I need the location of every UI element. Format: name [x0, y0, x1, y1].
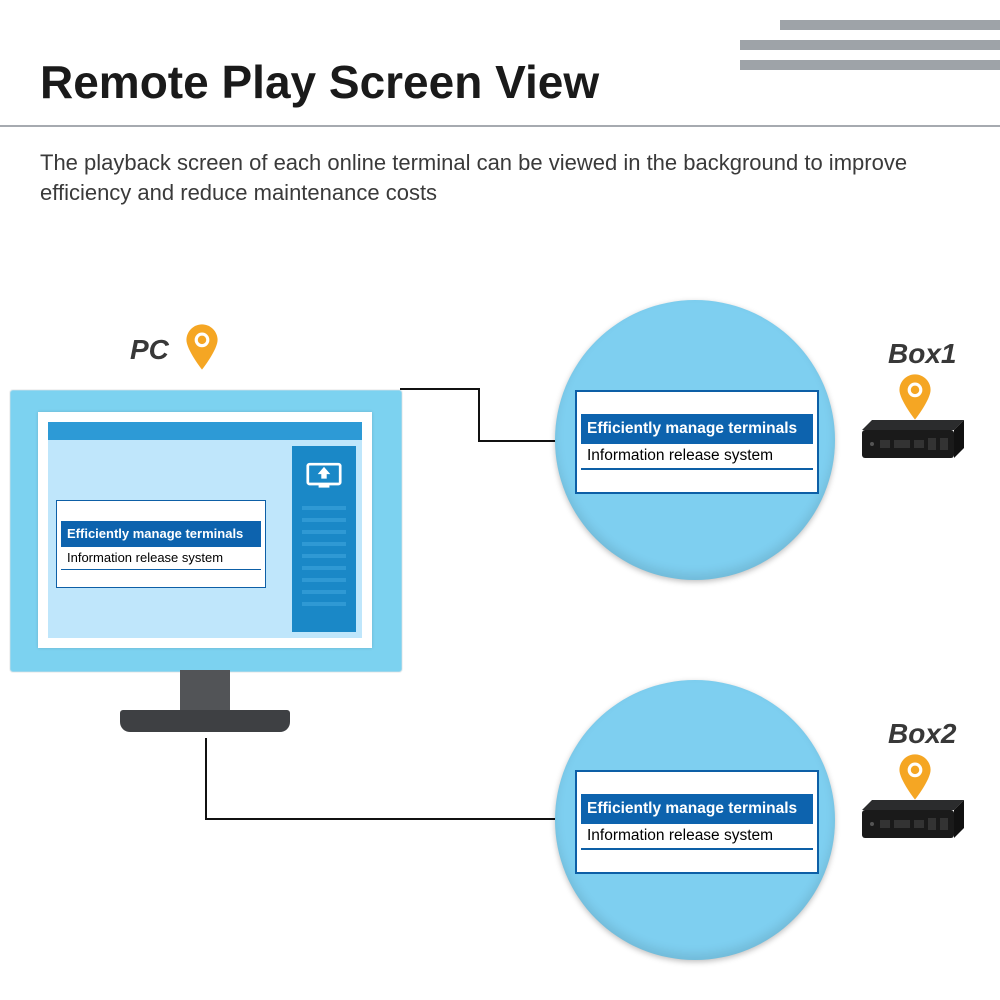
- terminal1-card: Efficiently manage terminals Information…: [575, 390, 819, 494]
- page-title: Remote Play Screen View: [40, 55, 599, 109]
- hw-box-icon: [858, 798, 968, 842]
- pc-label: PC: [130, 334, 169, 366]
- pc-card-title: Efficiently manage terminals: [61, 521, 261, 547]
- box1-label: Box1: [888, 338, 956, 370]
- box2-label: Box2: [888, 718, 956, 750]
- location-pin-icon: [898, 374, 932, 420]
- accent-bars: [740, 20, 1000, 80]
- conn-line: [205, 818, 559, 820]
- location-pin-icon: [898, 754, 932, 800]
- conn-line: [478, 440, 558, 442]
- terminal-circle-2: Efficiently manage terminals Information…: [555, 680, 835, 960]
- accent-bar: [740, 60, 1000, 70]
- conn-line: [478, 388, 480, 440]
- terminal1-card-title: Efficiently manage terminals: [581, 414, 813, 444]
- terminal1-card-sub: Information release system: [581, 444, 813, 470]
- share-screen-icon: [306, 460, 342, 490]
- terminal-circle-1: Efficiently manage terminals Information…: [555, 300, 835, 580]
- accent-bar: [780, 20, 1000, 30]
- conn-line: [400, 388, 480, 390]
- terminal2-card-title: Efficiently manage terminals: [581, 794, 813, 824]
- terminal2-card-sub: Information release system: [581, 824, 813, 850]
- page-subtitle: The playback screen of each online termi…: [40, 148, 940, 207]
- pc-card-sub: Information release system: [61, 547, 261, 570]
- accent-bar: [740, 40, 1000, 50]
- title-underline: [0, 125, 1000, 127]
- pc-card: Efficiently manage terminals Information…: [56, 500, 266, 588]
- monitor: Efficiently manage terminals Information…: [10, 390, 400, 672]
- conn-line: [205, 738, 207, 818]
- terminal2-card: Efficiently manage terminals Information…: [575, 770, 819, 874]
- location-pin-icon: [185, 324, 219, 370]
- hw-box-icon: [858, 418, 968, 462]
- pc-illustration: PC: [10, 350, 410, 672]
